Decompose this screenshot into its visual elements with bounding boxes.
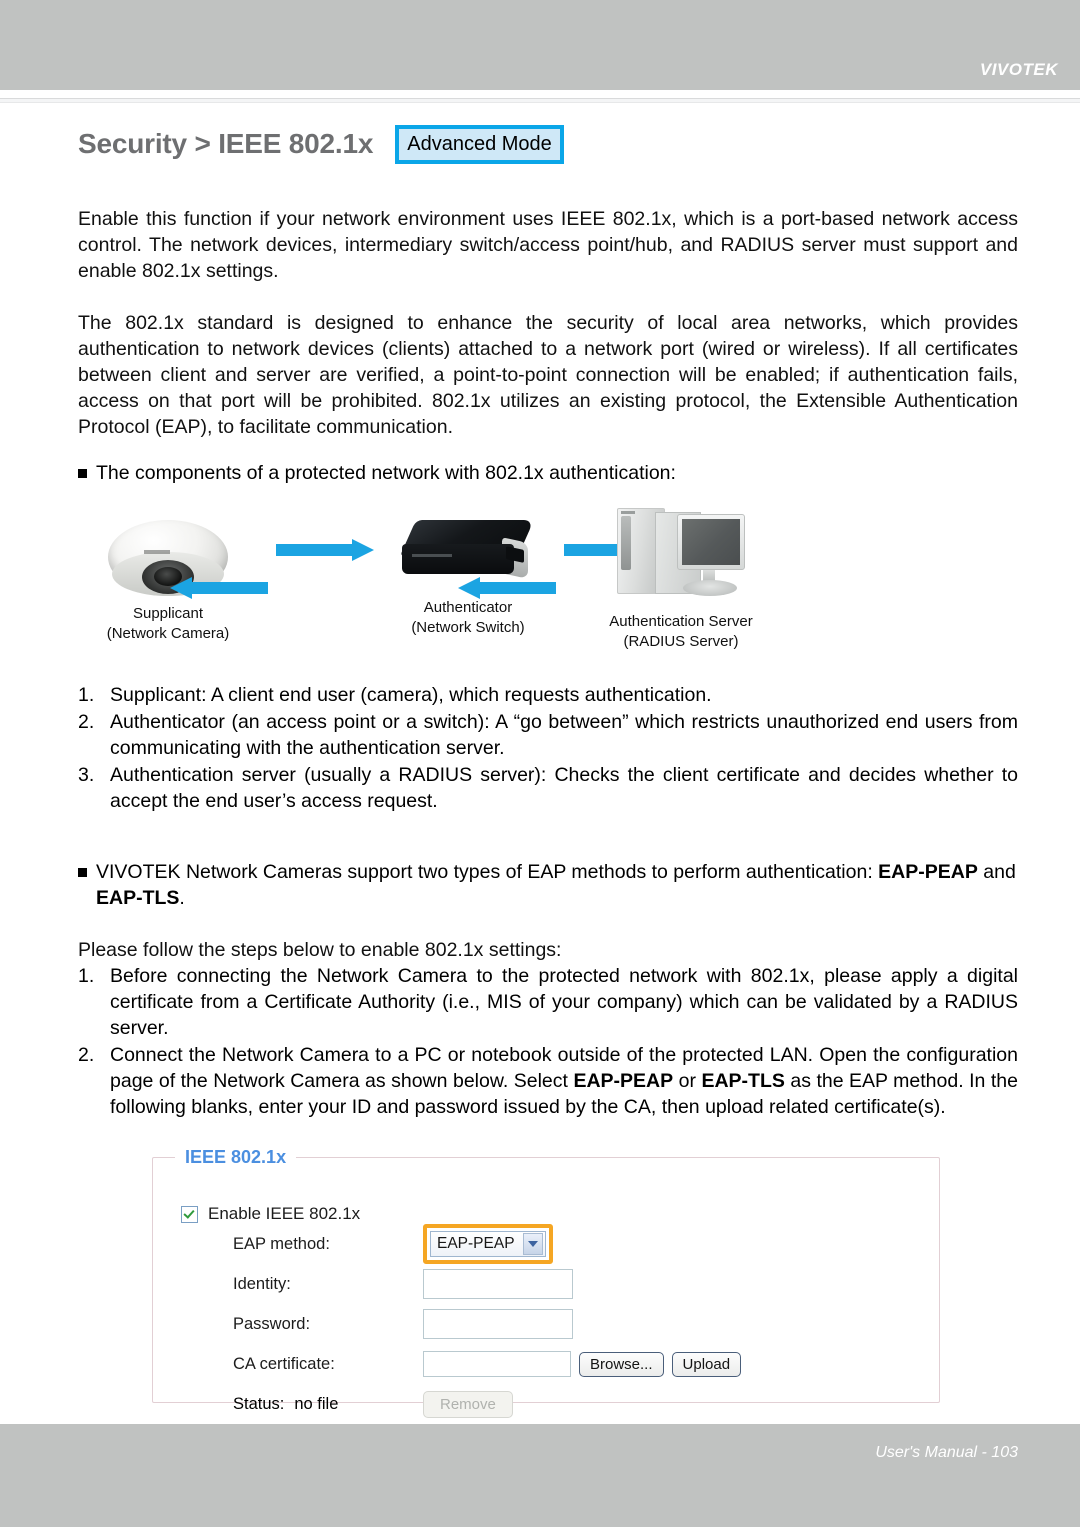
step2-eap-peap: EAP-PEAP — [573, 1070, 674, 1092]
step2-eap-tls: EAP-TLS — [701, 1070, 785, 1092]
intro-paragraph-1: Enable this function if your network env… — [78, 208, 1018, 282]
upload-button[interactable]: Upload — [671, 1351, 742, 1377]
password-row: Password: — [233, 1304, 939, 1344]
config-panel-legend: IEEE 802.1x — [185, 1147, 287, 1167]
intro-section: Enable this function if your network env… — [78, 206, 1018, 440]
diagram-device-auth-server: Authentication Server (RADIUS Server) — [586, 502, 776, 652]
identity-label: Identity: — [233, 1274, 291, 1293]
footer-page-label: User's Manual - 103 — [875, 1444, 1018, 1461]
eap-bullet-mid: and — [977, 861, 1016, 883]
config-fieldset: IEEE 802.1x Enable IEEE 802.1x EAP metho… — [152, 1147, 940, 1418]
diagram-device-authenticator: Authenticator (Network Switch) — [378, 506, 558, 638]
page-header-band: VIVOTEK — [0, 0, 1080, 90]
list-item: 3. Authentication server (usually a RADI… — [78, 762, 1018, 814]
components-bullet-row: The components of a protected network wi… — [78, 460, 1018, 486]
eap-method-select[interactable]: EAP-PEAP — [430, 1231, 546, 1257]
remove-button[interactable]: Remove — [423, 1390, 513, 1418]
page-title: Security > IEEE 802.1x — [78, 128, 374, 159]
arrow-pair-supplicant-authenticator — [170, 539, 378, 616]
enable-ieee8021x-row[interactable]: Enable IEEE 802.1x — [181, 1204, 939, 1224]
list-item: 2. Connect the Network Camera to a PC or… — [78, 1042, 1018, 1120]
list-number: 3. — [78, 764, 95, 786]
status-row: Status: no file Remove — [233, 1384, 939, 1424]
advanced-mode-badge[interactable]: Advanced Mode — [395, 124, 564, 164]
ca-certificate-row: CA certificate: Browse... Upload — [233, 1344, 939, 1384]
password-input[interactable] — [423, 1309, 573, 1339]
enable-ieee8021x-label: Enable IEEE 802.1x — [208, 1204, 361, 1223]
device-role-label: Supplicant — [132, 605, 204, 622]
identity-row: Identity: — [233, 1264, 939, 1304]
eap-method-selected-value: EAP-PEAP — [437, 1235, 515, 1252]
eap-bullet-lead: VIVOTEK Network Cameras support two type… — [96, 861, 879, 883]
intro-paragraph-2: The 802.1x standard is designed to enhan… — [78, 312, 1018, 438]
list-number: 2. — [78, 711, 95, 733]
chevron-down-icon[interactable] — [522, 1233, 543, 1255]
server-monitor-icon — [611, 504, 751, 604]
status-label: Status: — [233, 1394, 285, 1413]
eap-method-highlight-ring: EAP-PEAP — [423, 1224, 553, 1264]
steps-intro: Please follow the steps below to enable … — [78, 939, 562, 961]
diagram-device-supplicant: Supplicant (Network Camera) — [78, 512, 258, 644]
ieee-8021x-config-panel: IEEE 802.1x Enable IEEE 802.1x EAP metho… — [152, 1147, 940, 1418]
list-number: 1. — [78, 965, 95, 987]
list-number: 2. — [78, 1044, 95, 1066]
device-role-label: Authenticator — [423, 599, 513, 616]
components-bullet-text: The components of a protected network wi… — [96, 462, 676, 484]
list-text: Before connecting the Network Camera to … — [110, 965, 1018, 1039]
eap-methods-bullet-row: VIVOTEK Network Cameras support two type… — [78, 859, 1018, 911]
device-detail-label: (Network Switch) — [411, 619, 525, 636]
device-role-label: Authentication Server — [609, 613, 753, 630]
steps-section: Please follow the steps below to enable … — [78, 937, 1018, 1120]
enable-ieee8021x-checkbox[interactable] — [181, 1205, 198, 1223]
device-detail-label: (Network Camera) — [106, 625, 230, 642]
device-detail-label: (RADIUS Server) — [623, 633, 739, 650]
square-bullet-icon — [78, 460, 96, 478]
page-footer-band: User's Manual - 103 — [0, 1424, 1080, 1527]
list-item: 1. Supplicant: A client end user (camera… — [78, 682, 1018, 708]
list-number: 1. — [78, 684, 95, 706]
eap-method-row: EAP method: EAP-PEAP — [233, 1224, 939, 1264]
list-item: 2. Authenticator (an access point or a s… — [78, 709, 1018, 761]
ca-certificate-path-input[interactable] — [423, 1351, 571, 1377]
vivotek-logo: VIVOTEK — [979, 60, 1058, 79]
status-label-group: Status: no file — [233, 1395, 423, 1414]
eap-bullet-tail: . — [179, 887, 185, 909]
component-definition-list: 1. Supplicant: A client end user (camera… — [78, 682, 1018, 814]
eap-peap-label: EAP-PEAP — [878, 861, 978, 883]
eap-method-label: EAP method: — [233, 1234, 330, 1253]
authentication-components-diagram: Supplicant (Network Camera) Authenticato… — [78, 502, 778, 662]
header-divider-rule — [0, 98, 1080, 103]
list-item: 1. Before connecting the Network Camera … — [78, 963, 1018, 1041]
ca-certificate-label: CA certificate: — [233, 1354, 335, 1373]
password-label: Password: — [233, 1314, 311, 1333]
page-title-row: Security > IEEE 802.1x Advanced Mode — [78, 118, 1080, 170]
status-value: no file — [294, 1394, 339, 1413]
list-text: Authentication server (usually a RADIUS … — [110, 764, 1018, 812]
list-text: Authenticator (an access point or a swit… — [110, 711, 1018, 759]
square-bullet-icon — [78, 859, 96, 877]
identity-input[interactable] — [423, 1269, 573, 1299]
list-text: Supplicant: A client end user (camera), … — [110, 684, 712, 706]
page-content: Security > IEEE 802.1x Advanced Mode Ena… — [0, 118, 1080, 1418]
list-text: Connect the Network Camera to a PC or no… — [110, 1042, 1018, 1120]
eap-methods-bullet-text: VIVOTEK Network Cameras support two type… — [96, 859, 1018, 911]
step2-mid: or — [673, 1070, 702, 1092]
eap-tls-label: EAP-TLS — [96, 887, 180, 909]
browse-button[interactable]: Browse... — [579, 1351, 664, 1377]
